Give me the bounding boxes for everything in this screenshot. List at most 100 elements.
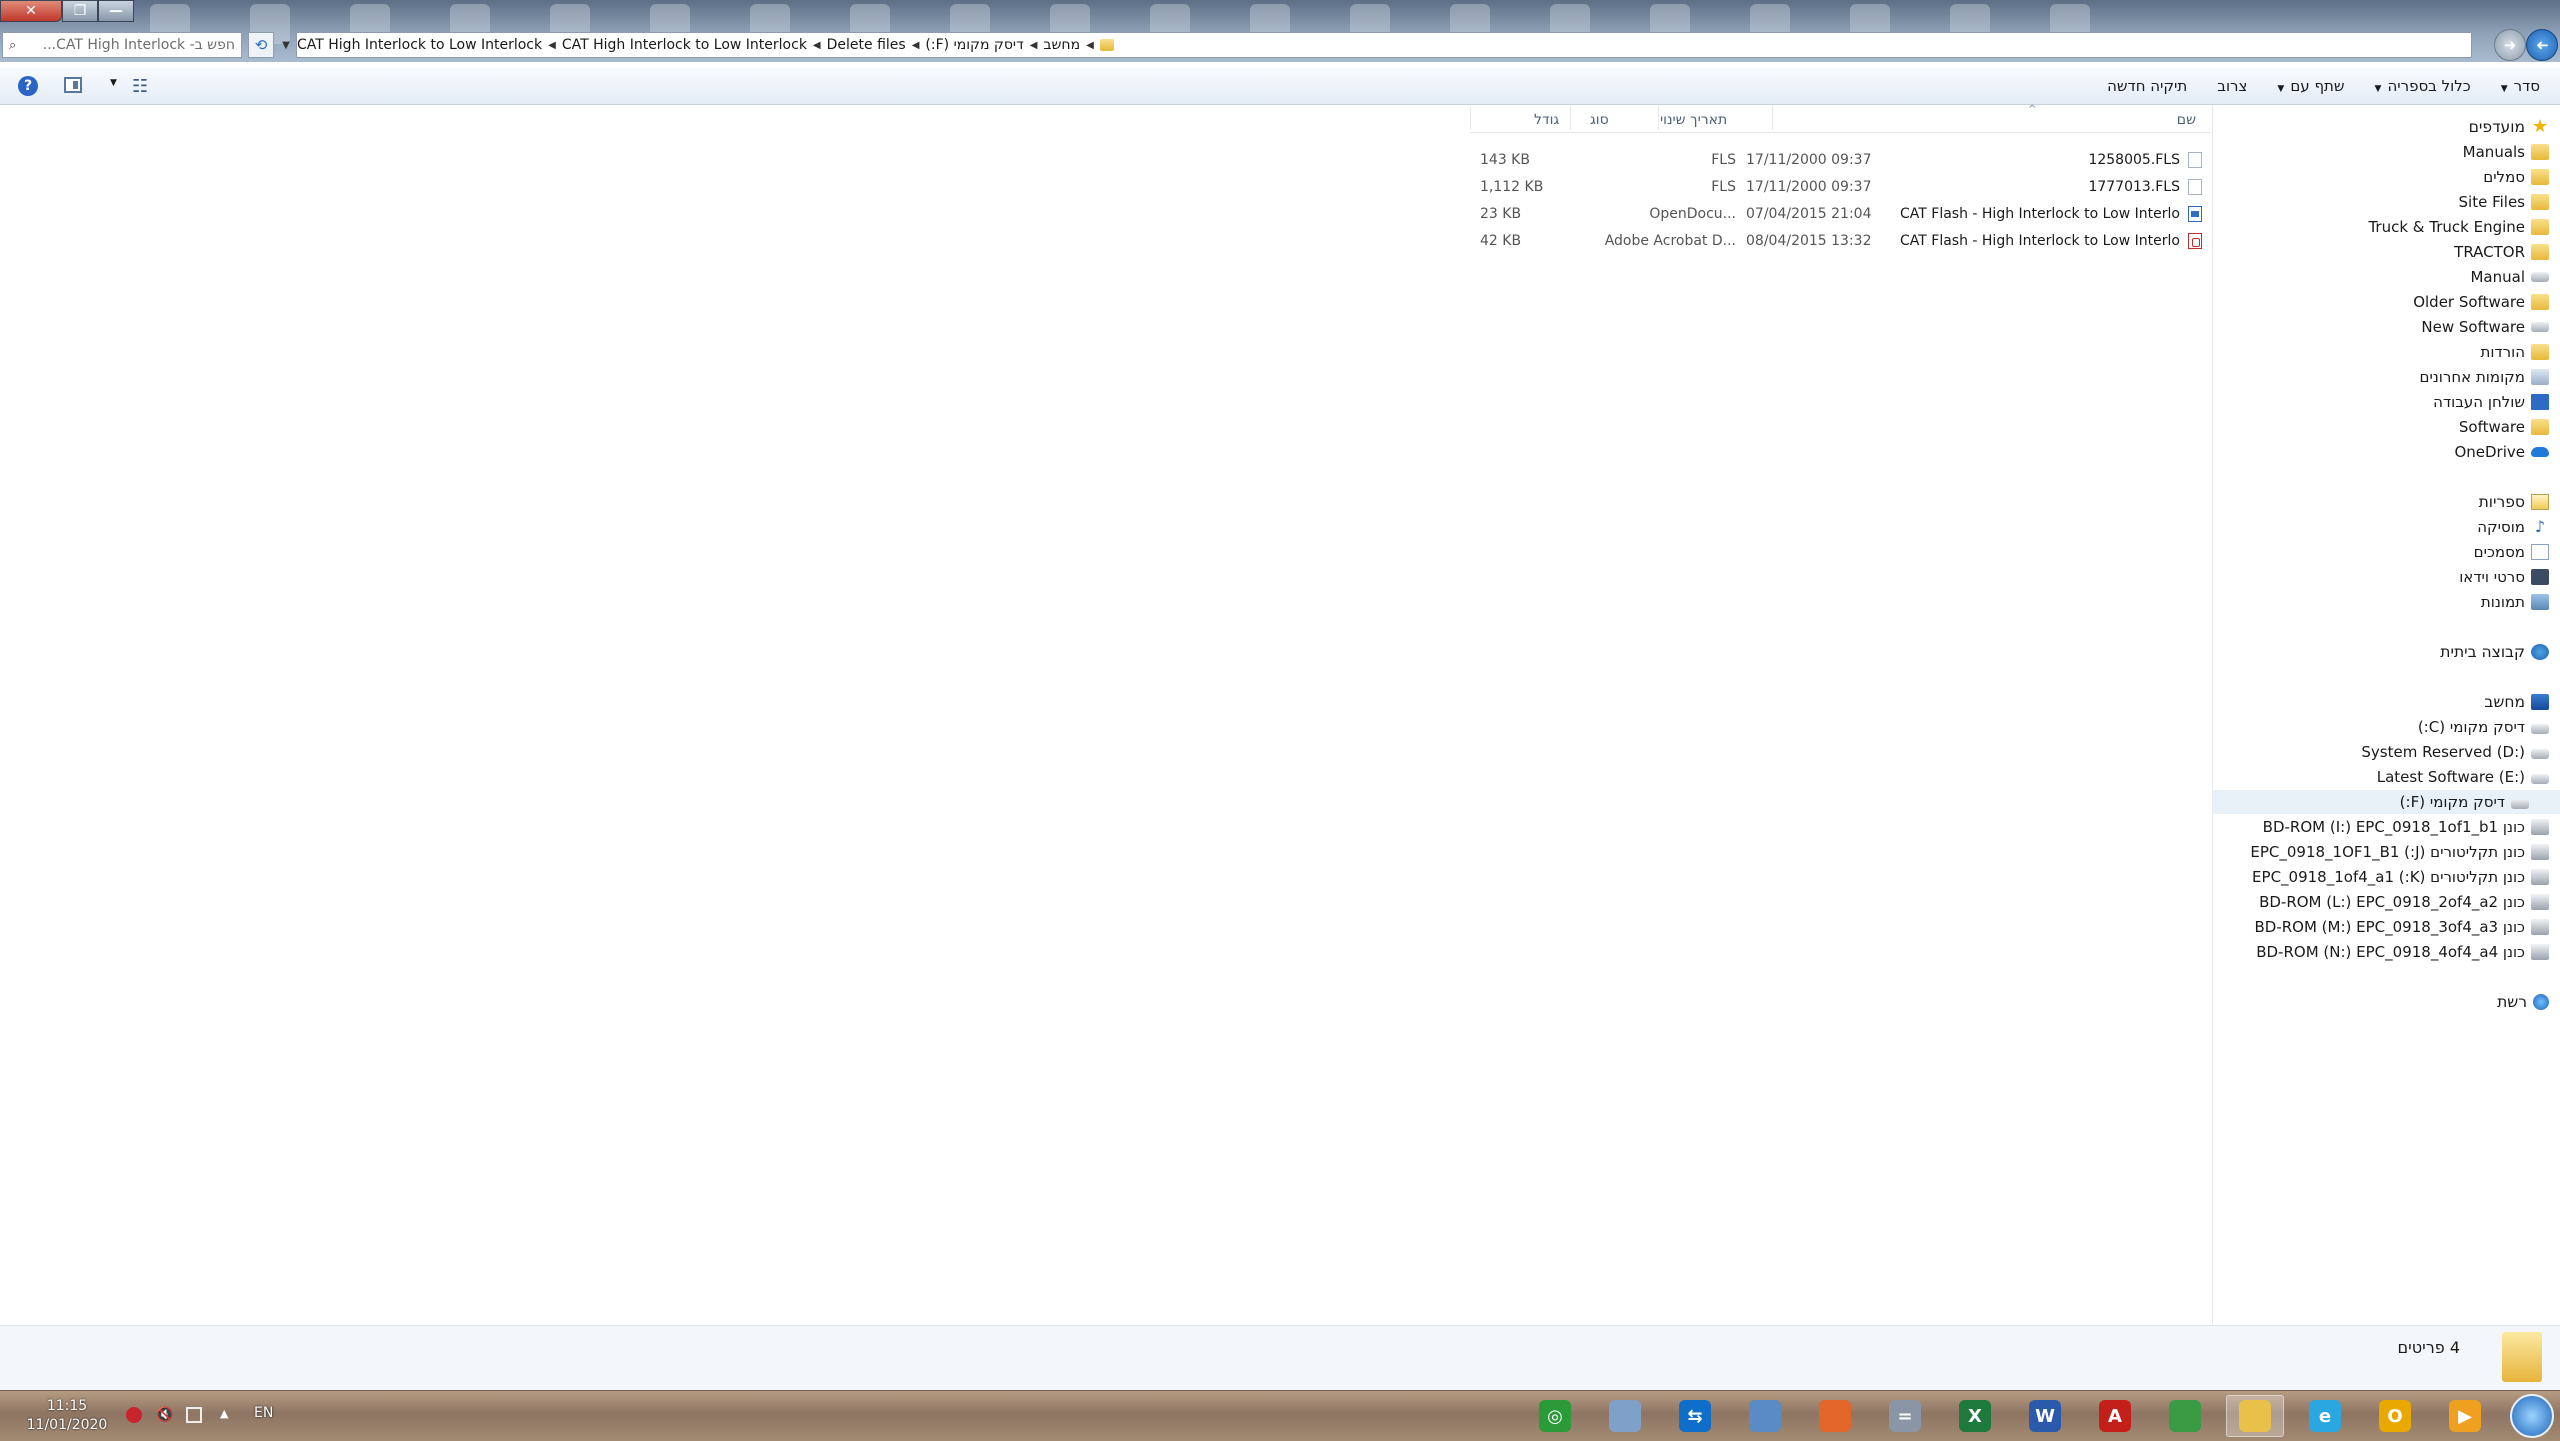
show-hidden-icons[interactable]: ▲	[220, 1407, 236, 1423]
help-icon[interactable]: ?	[18, 76, 38, 96]
nav-item-software[interactable]: Software	[2459, 415, 2549, 439]
address-bar[interactable]: ◀ מחשב ◀ דיסק מקומי (F:) ◀ Delete files …	[296, 32, 2472, 58]
breadcrumb-cat-folder-2[interactable]: CAT High Interlock to Low Interlock	[297, 37, 542, 53]
nav-item-music[interactable]: ♪ מוסיקה	[2477, 515, 2549, 539]
blurred-background	[150, 4, 2500, 44]
taskbar-app-chrome[interactable]	[2156, 1395, 2214, 1437]
taskbar-app-calculator[interactable]: =	[1876, 1395, 1934, 1437]
taskbar-app-green-app[interactable]: ◎	[1526, 1395, 1584, 1437]
table-row[interactable]: CAT Flash - High Interlock to Low Interl…	[1470, 202, 2210, 228]
nav-item-onedrive[interactable]: OneDrive	[2454, 440, 2549, 464]
search-input[interactable]: ⌕ חפש ב- CAT High Interlock...	[2, 32, 242, 58]
nav-item-drive-m[interactable]: כונן BD-ROM (M:) EPC_0918_3of4_a3	[2254, 915, 2549, 939]
breadcrumb-delete-files[interactable]: Delete files	[827, 37, 906, 53]
burn-button[interactable]: צרוב	[2217, 77, 2247, 95]
taskbar-app-remote-desktop[interactable]	[1736, 1395, 1794, 1437]
column-divider[interactable]	[1658, 106, 1659, 130]
antivirus-tray-icon[interactable]	[126, 1407, 142, 1423]
column-header-size[interactable]: גודל	[1534, 112, 1559, 128]
start-button[interactable]	[2510, 1394, 2554, 1438]
nav-item-tractor[interactable]: TRACTOR	[2454, 240, 2549, 264]
column-divider[interactable]	[1772, 106, 1773, 130]
nav-favorites[interactable]: ★ מועדפים	[2469, 115, 2549, 139]
new-folder-button[interactable]: תיקיה חדשה	[2107, 77, 2187, 95]
breadcrumb-drive-f[interactable]: דיסק מקומי (F:)	[925, 37, 1023, 53]
nav-item-drive-e[interactable]: Latest Software (E:)	[2377, 765, 2549, 789]
file-type: FLS	[1711, 179, 1736, 195]
chevron-left-icon[interactable]: ◀	[1030, 40, 1038, 51]
nav-item-documents[interactable]: מסמכים	[2474, 540, 2549, 564]
nav-item-drive-l[interactable]: כונן BD-ROM (L:) EPC_0918_2of4_a2	[2259, 890, 2549, 914]
refresh-button[interactable]: ⟲	[248, 32, 274, 58]
close-button[interactable]: ✕	[0, 0, 62, 22]
nav-libraries[interactable]: ספריות	[2479, 490, 2549, 514]
view-details-icon[interactable]: ☷	[132, 76, 148, 97]
volume-muted-icon[interactable]: 🔇	[156, 1407, 173, 1423]
taskbar-app-teamviewer[interactable]: ⇆	[1666, 1395, 1724, 1437]
address-history-dropdown[interactable]: ▼	[278, 32, 294, 58]
taskbar-app-word[interactable]: W	[2016, 1395, 2074, 1437]
nav-item-truck-engine[interactable]: Truck & Truck Engine	[2368, 215, 2549, 239]
breadcrumb-cat-folder-1[interactable]: CAT High Interlock to Low Interlock	[562, 37, 807, 53]
column-header-date[interactable]: תאריך שינוי	[1660, 112, 1727, 128]
network-tray-icon[interactable]	[186, 1407, 202, 1423]
nav-item-symbols[interactable]: סמלים	[2483, 165, 2549, 189]
system-clock[interactable]: 11:15 11/01/2020	[12, 1397, 122, 1435]
chevron-left-icon[interactable]: ◀	[1086, 40, 1094, 51]
language-indicator[interactable]: EN	[254, 1405, 273, 1421]
back-button[interactable]: ➜	[2526, 29, 2558, 61]
view-options-dropdown[interactable]: ▼	[110, 78, 117, 88]
taskbar-app-explorer[interactable]	[2226, 1395, 2284, 1437]
nav-item-drive-f[interactable]: דיסק מקומי (F:)	[2213, 790, 2560, 814]
nav-item-manual[interactable]: Manual	[2470, 265, 2549, 289]
nav-item-older-software[interactable]: Older Software	[2413, 290, 2549, 314]
minimize-button[interactable]: —	[98, 0, 134, 22]
maximize-button[interactable]: ❐	[62, 0, 98, 22]
chevron-left-icon[interactable]: ◀	[912, 40, 920, 51]
drive-icon	[2531, 749, 2549, 759]
taskbar-app-outlook[interactable]: O	[2366, 1395, 2424, 1437]
nav-item-drive-j[interactable]: כונן תקליטורים (J:) EPC_0918_1OF1_B1	[2250, 840, 2549, 864]
column-divider[interactable]	[1570, 106, 1571, 130]
taskbar-app-firefox[interactable]	[1806, 1395, 1864, 1437]
nav-item-downloads[interactable]: הורדות	[2481, 340, 2549, 364]
file-type: FLS	[1711, 152, 1736, 168]
column-header-type[interactable]: סוג	[1590, 112, 1609, 128]
taskbar-app-ie-edge[interactable]: e	[2296, 1395, 2354, 1437]
nav-item-videos[interactable]: סרטי וידאו	[2459, 565, 2549, 589]
column-divider[interactable]	[1470, 106, 1471, 130]
table-row[interactable]: 1777013.FLS 17/11/2000 09:37 FLS 1,112 K…	[1470, 175, 2210, 201]
taskbar-app-adobe-reader[interactable]: A	[2086, 1395, 2144, 1437]
nav-item-drive-c[interactable]: דיסק מקומי (C:)	[2418, 715, 2549, 739]
nav-item-new-software[interactable]: New Software	[2421, 315, 2549, 339]
nav-item-desktop[interactable]: שולחן העבודה	[2433, 390, 2549, 414]
nav-item-drive-n[interactable]: כונן BD-ROM (N:) EPC_0918_4of4_a4	[2256, 940, 2549, 964]
table-row[interactable]: CAT Flash - High Interlock to Low Interl…	[1470, 229, 2210, 255]
nav-item-drive-k[interactable]: כונן תקליטורים (K:) EPC_0918_1of4_a1	[2252, 865, 2549, 889]
breadcrumb-computer[interactable]: מחשב	[1043, 37, 1080, 53]
table-row[interactable]: 1258005.FLS 17/11/2000 09:37 FLS 143 KB	[1470, 148, 2210, 174]
nav-item-drive-i[interactable]: כונן BD-ROM (I:) EPC_0918_1of1_b1	[2263, 815, 2549, 839]
folder-icon	[2531, 419, 2549, 435]
clock-time: 11:15	[46, 1398, 88, 1414]
taskbar-app-notepad[interactable]	[1596, 1395, 1654, 1437]
taskbar-app-windows-media-player[interactable]: ▶	[2436, 1395, 2494, 1437]
nav-item-pictures[interactable]: תמונות	[2481, 590, 2549, 614]
organize-menu[interactable]: סדר▼	[2501, 77, 2540, 95]
preview-pane-button[interactable]	[64, 77, 82, 93]
nav-homegroup[interactable]: קבוצה ביתית	[2440, 640, 2549, 664]
share-with-menu[interactable]: שתף עם▼	[2277, 77, 2344, 95]
folder-icon	[2531, 294, 2549, 310]
column-header-name[interactable]: שם	[2177, 112, 2196, 128]
chevron-left-icon[interactable]: ◀	[813, 40, 821, 51]
nav-item-drive-d[interactable]: System Reserved (D:)	[2361, 740, 2549, 764]
nav-network[interactable]: רשת	[2497, 990, 2549, 1014]
taskbar-app-excel[interactable]: X	[1946, 1395, 2004, 1437]
include-in-library-menu[interactable]: כלול בספריה▼	[2375, 77, 2471, 95]
forward-button[interactable]: ➜	[2494, 29, 2526, 61]
nav-item-recent-places[interactable]: מקומות אחרונים	[2419, 365, 2549, 389]
nav-item-site-files[interactable]: Site Files	[2459, 190, 2549, 214]
nav-item-manuals[interactable]: Manuals	[2463, 140, 2549, 164]
chevron-left-icon[interactable]: ◀	[548, 40, 556, 51]
nav-computer[interactable]: מחשב	[2484, 690, 2549, 714]
